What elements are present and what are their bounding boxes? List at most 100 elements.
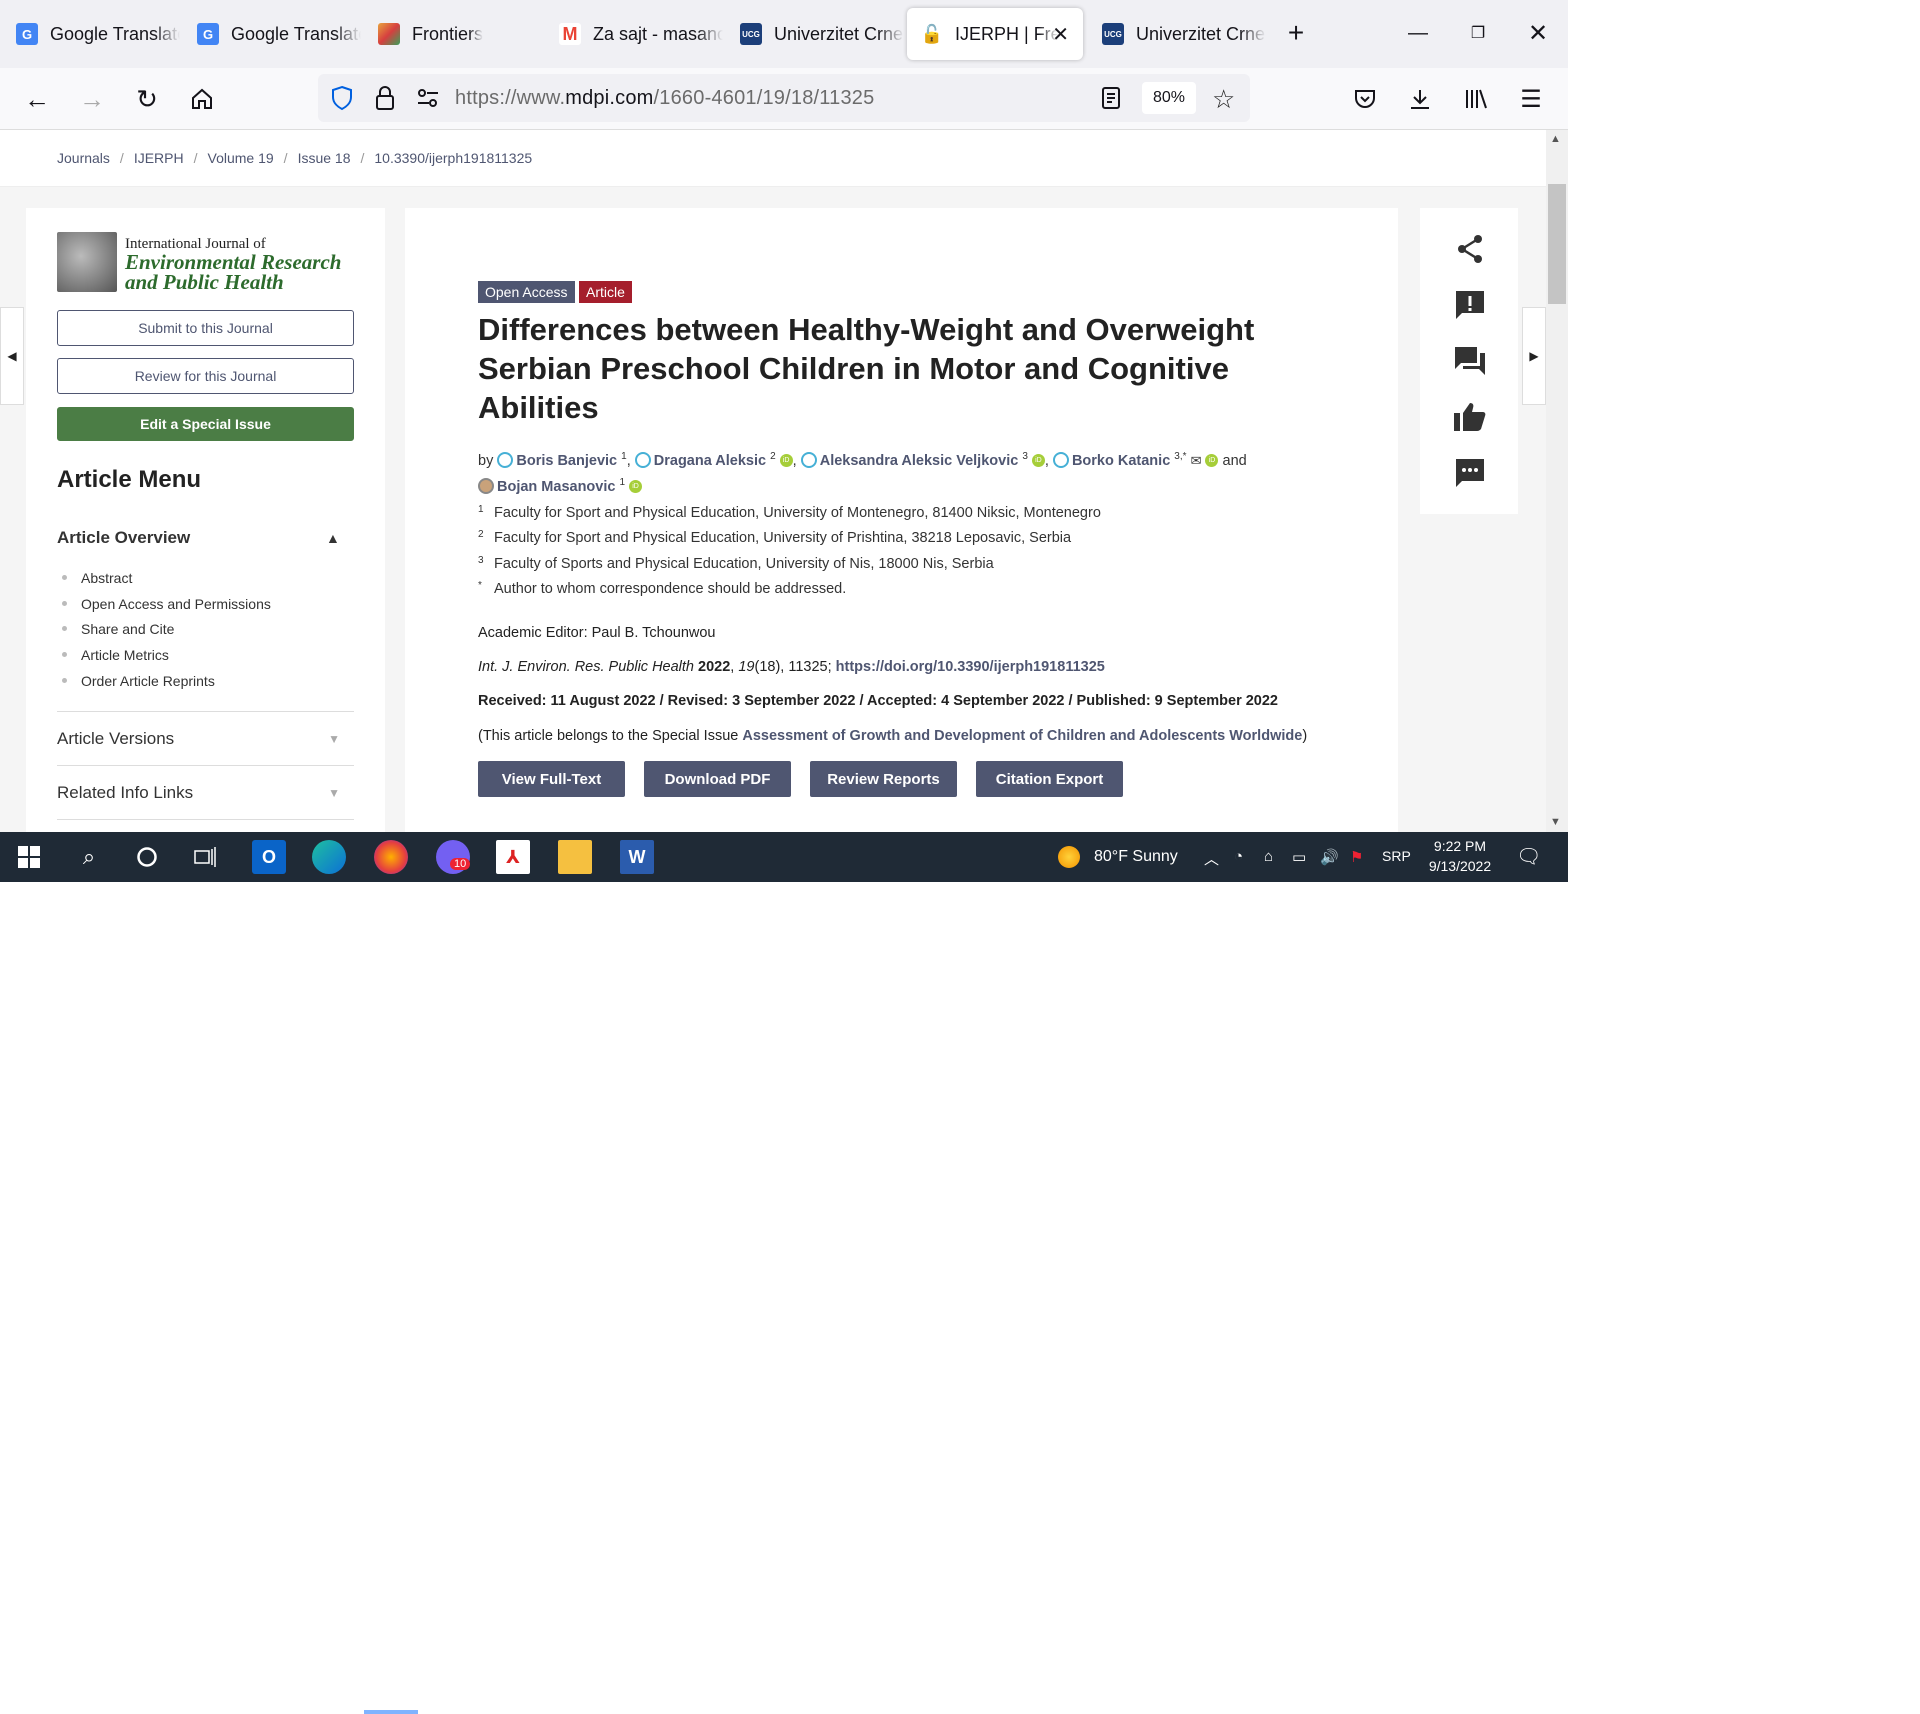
author-link[interactable]: Aleksandra Aleksic Veljkovic [820, 453, 1019, 469]
wifi-icon[interactable]: ◔ [1234, 848, 1243, 865]
menu-item-metrics[interactable]: Article Metrics [62, 647, 271, 673]
scroll-down-arrow[interactable]: ▼ [1550, 816, 1561, 828]
forward-icon[interactable]: → [75, 82, 109, 116]
zoom-level[interactable]: 80% [1142, 82, 1196, 114]
restore-button[interactable]: ❐ [1450, 10, 1506, 56]
permissions-icon[interactable] [416, 87, 440, 114]
affiliation: 3 Faculty of Sports and Physical Educatio… [478, 555, 994, 572]
viber-icon[interactable]: 10 [436, 840, 471, 874]
doi-link[interactable]: https://doi.org/10.3390/ijerph191811325 [836, 659, 1105, 675]
journal-logo[interactable]: International Journal of Environmental R… [57, 232, 357, 294]
task-view-icon[interactable] [188, 840, 222, 874]
tab-frontiers[interactable]: Frontiers [364, 8, 542, 60]
bookmark-star-icon[interactable]: ☆ [1212, 84, 1235, 115]
library-icon[interactable] [1459, 82, 1493, 116]
report-issue-icon[interactable] [1453, 288, 1487, 322]
notification-badge: 10 [450, 858, 471, 870]
tab-google-translate-1[interactable]: G Google Translate [2, 8, 180, 60]
close-window-button[interactable]: ✕ [1510, 10, 1566, 56]
tab-ucg-1[interactable]: UCG Univerzitet Crne Gore [726, 8, 904, 60]
browser-nav-bar: ← → ↻ https://www.mdpi.com/1660-4601/19/… [0, 68, 1568, 130]
edge-icon[interactable] [312, 840, 346, 874]
scroll-up-arrow[interactable]: ▲ [1550, 133, 1561, 145]
tab-ucg-2[interactable]: UCG Univerzitet Crne Gore [1088, 8, 1266, 60]
windows-start-icon[interactable] [12, 840, 46, 874]
close-tab-icon[interactable]: ✕ [1052, 22, 1069, 47]
orcid-icon[interactable]: iD [629, 479, 643, 493]
clock[interactable]: 9:22 PM 9/13/2022 [1428, 838, 1492, 874]
url-bar[interactable]: https://www.mdpi.com/1660-4601/19/18/113… [318, 74, 1250, 122]
firefox-icon[interactable] [374, 840, 408, 874]
article-menu-title: Article Menu [57, 466, 202, 493]
back-icon[interactable]: ← [20, 82, 54, 116]
chevron-up-icon[interactable]: ▲ [326, 530, 340, 546]
file-explorer-icon[interactable] [558, 840, 592, 874]
outlook-icon[interactable]: O [252, 840, 286, 874]
notifications-icon[interactable]: 🗨 [1516, 844, 1541, 869]
left-drawer-toggle[interactable]: ◀ [0, 307, 24, 405]
lock-icon[interactable] [374, 85, 396, 116]
comments-icon[interactable] [1453, 344, 1487, 378]
scrollbar-thumb[interactable] [1548, 184, 1566, 304]
orcid-icon[interactable]: iD [1205, 453, 1219, 467]
tab-google-translate-2[interactable]: G Google Translate [183, 8, 361, 60]
author-link[interactable]: Dragana Aleksic [654, 453, 766, 469]
email-icon[interactable]: ✉ [1191, 453, 1202, 468]
submit-journal-button[interactable]: Submit to this Journal [57, 310, 354, 346]
citation-export-button[interactable]: Citation Export [976, 761, 1123, 797]
menu-hamburger-icon[interactable]: ☰ [1514, 82, 1548, 116]
tab-ijerph-active[interactable]: 🔓 IJERPH | Free Full-Text ✕ [907, 8, 1083, 60]
search-icon[interactable]: ⌕ [72, 840, 106, 874]
chat-more-icon[interactable] [1453, 456, 1487, 490]
menu-item-reprints[interactable]: Order Article Reprints [62, 673, 271, 699]
review-journal-button[interactable]: Review for this Journal [57, 358, 354, 394]
minimize-button[interactable]: — [1390, 10, 1446, 56]
tab-gmail[interactable]: M Za sajt - masanovic [545, 8, 723, 60]
share-icon[interactable] [1453, 232, 1487, 266]
ucg-icon: UCG [740, 23, 762, 45]
meet-icon[interactable]: ⌂ [1264, 848, 1273, 865]
breadcrumb-journals[interactable]: Journals [57, 150, 110, 166]
related-info-toggle[interactable]: Related Info Links ▼ [57, 765, 354, 819]
reader-view-icon[interactable] [1100, 86, 1122, 115]
breadcrumb-issue[interactable]: Issue 18 [298, 150, 351, 166]
battery-icon[interactable]: ▭ [1292, 848, 1306, 866]
downloads-icon[interactable] [1403, 82, 1437, 116]
author-link[interactable]: Boris Banjevic [516, 453, 617, 469]
author-link[interactable]: Bojan Masanovic [497, 479, 615, 495]
article-versions-toggle[interactable]: Article Versions ▼ [57, 711, 354, 765]
open-access-badge[interactable]: Open Access [478, 281, 575, 303]
journal-name-main: Environmental Research and Public Health [125, 250, 342, 294]
view-full-text-button[interactable]: View Full-Text [478, 761, 625, 797]
menu-item-open-access[interactable]: Open Access and Permissions [62, 596, 271, 622]
pocket-icon[interactable] [1348, 82, 1382, 116]
notification-alert-icon[interactable]: ⚑ [1350, 848, 1363, 866]
orcid-icon[interactable]: iD [779, 453, 793, 467]
url-text[interactable]: https://www.mdpi.com/1660-4601/19/18/113… [455, 87, 874, 110]
word-icon[interactable]: W [620, 840, 654, 874]
breadcrumb: Journals / IJERPH / Volume 19/Issue 18/10.33… [57, 150, 533, 166]
menu-item-abstract[interactable]: Abstract [62, 570, 271, 596]
volume-icon[interactable]: 🔊 [1320, 848, 1339, 866]
thumbs-up-icon[interactable] [1453, 400, 1487, 434]
new-tab-button[interactable]: + [1268, 10, 1324, 56]
menu-item-share-cite[interactable]: Share and Cite [62, 621, 271, 647]
shield-icon[interactable] [330, 85, 354, 116]
acrobat-icon[interactable]: ⅄ [496, 840, 530, 874]
review-reports-button[interactable]: Review Reports [810, 761, 957, 797]
language-indicator[interactable]: SRP [1382, 848, 1411, 864]
cortana-icon[interactable] [130, 840, 164, 874]
show-hidden-icons-icon[interactable]: ︿ [1204, 848, 1219, 869]
edit-special-issue-button[interactable]: Edit a Special Issue [57, 407, 354, 441]
breadcrumb-ijerph[interactable]: IJERPH [134, 150, 184, 166]
home-icon[interactable] [185, 82, 219, 116]
breadcrumb-volume[interactable]: Volume 19 [208, 150, 274, 166]
weather-text[interactable]: 80°F Sunny [1094, 848, 1178, 866]
reload-icon[interactable]: ↻ [130, 82, 164, 116]
download-pdf-button[interactable]: Download PDF [644, 761, 791, 797]
orcid-icon[interactable]: iD [1031, 453, 1045, 467]
special-issue-link[interactable]: Assessment of Growth and Development of … [742, 728, 1302, 744]
author-link[interactable]: Borko Katanic [1072, 453, 1170, 469]
right-drawer-toggle[interactable]: ▶ [1522, 307, 1546, 405]
article-overview-toggle[interactable]: Article Overview [57, 528, 190, 548]
